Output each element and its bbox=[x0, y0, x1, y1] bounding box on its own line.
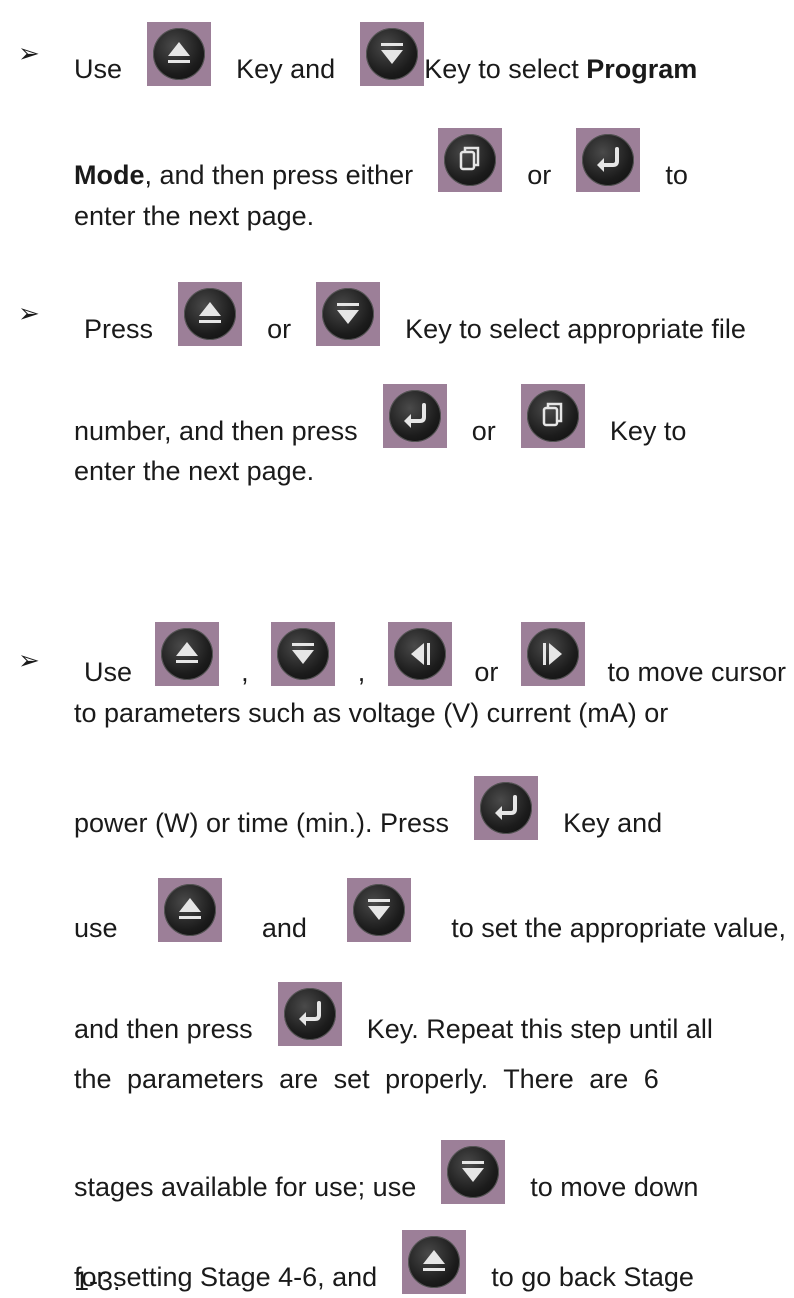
b3-line-1: Use , , or to move cursor bbox=[84, 622, 786, 686]
down-key-icon bbox=[441, 1140, 506, 1204]
b3-line-8: for setting Stage 4-6, and to go back St… bbox=[74, 1230, 694, 1294]
up-key-icon bbox=[154, 622, 219, 686]
text: or bbox=[471, 416, 496, 446]
b1-line-1: Use Key and Key to select Program bbox=[74, 22, 697, 86]
text: the parameters are set properly. There a… bbox=[74, 1064, 659, 1094]
left-key-icon bbox=[387, 622, 452, 686]
text: , and then press either bbox=[144, 160, 414, 190]
text: Use bbox=[74, 54, 123, 84]
b1-line-2: Mode, and then press either or to bbox=[74, 128, 688, 192]
text: , bbox=[241, 657, 249, 687]
text: to move cursor bbox=[607, 657, 786, 687]
up-key-icon bbox=[178, 282, 243, 346]
b3-line-6: the parameters are set properly. There a… bbox=[74, 1066, 786, 1093]
enter-key-icon bbox=[576, 128, 641, 192]
b3-line-3: power (W) or time (min.). Press Key and bbox=[74, 776, 662, 840]
text: Key to select appropriate file bbox=[405, 314, 746, 344]
text: Press bbox=[84, 314, 154, 344]
text: and then press bbox=[74, 1014, 253, 1044]
page-key-icon bbox=[438, 128, 503, 192]
b3-line-5: and then press Key. Repeat this step unt… bbox=[74, 982, 713, 1046]
text: stages available for use; use bbox=[74, 1172, 417, 1202]
b3-line-4: use and to set the appropriate value, bbox=[74, 878, 786, 942]
mode-bold: Mode bbox=[74, 160, 145, 190]
text: power (W) or time (min.). Press bbox=[74, 808, 450, 838]
text: or bbox=[527, 160, 552, 190]
enter-key-icon bbox=[474, 776, 539, 840]
text: Key and bbox=[236, 54, 336, 84]
b3-line-7: stages available for use; use to move do… bbox=[74, 1140, 698, 1204]
b2-line-3: enter the next page. bbox=[74, 456, 315, 486]
down-key-icon bbox=[271, 622, 336, 686]
text: use bbox=[74, 913, 118, 943]
right-key-icon bbox=[520, 622, 585, 686]
b2-line-2: number, and then press or Key to bbox=[74, 384, 686, 448]
b3-line-9: 1-3. bbox=[74, 1266, 121, 1296]
text: to go back Stage bbox=[491, 1262, 694, 1292]
text: Key to select bbox=[424, 54, 587, 84]
up-key-icon bbox=[147, 22, 212, 86]
text: Key. Repeat this step until all bbox=[366, 1014, 713, 1044]
page-key-icon bbox=[520, 384, 585, 448]
down-key-icon bbox=[347, 878, 412, 942]
down-key-icon bbox=[360, 22, 425, 86]
bullet-3: ➢ bbox=[18, 645, 40, 675]
text: , bbox=[357, 657, 366, 687]
text: to move down bbox=[530, 1172, 699, 1202]
text: number, and then press bbox=[74, 416, 358, 446]
program-mode-bold: Program bbox=[586, 54, 698, 84]
b2-line-1: Press or Key to select appropriate file bbox=[84, 282, 746, 346]
down-key-icon bbox=[316, 282, 381, 346]
text: Use bbox=[84, 657, 133, 687]
up-key-icon bbox=[157, 878, 222, 942]
text: to set the appropriate value, bbox=[451, 913, 786, 943]
text: to bbox=[665, 160, 688, 190]
up-key-icon bbox=[402, 1230, 467, 1294]
b1-line-3: enter the next page. bbox=[74, 201, 315, 231]
bullet-1: ➢ bbox=[18, 38, 40, 68]
enter-key-icon bbox=[382, 384, 447, 448]
text: or bbox=[267, 314, 292, 344]
bullet-2: ➢ bbox=[18, 298, 40, 328]
text: Key to bbox=[609, 416, 687, 446]
text: and bbox=[261, 913, 307, 943]
b3-line-2: to parameters such as voltage (V) curren… bbox=[74, 698, 669, 728]
text: Key and bbox=[563, 808, 663, 838]
text: or bbox=[474, 657, 499, 687]
enter-key-icon bbox=[277, 982, 342, 1046]
